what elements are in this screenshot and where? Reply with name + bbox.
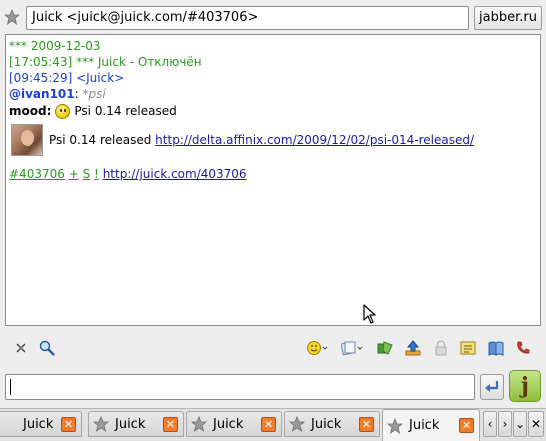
lock-icon[interactable] (432, 340, 450, 356)
recommend-link[interactable]: ! (94, 167, 99, 181)
send-file-icon[interactable] (404, 340, 422, 356)
file-transfer-icon[interactable] (376, 340, 394, 356)
tab-close-icon[interactable]: ✕ (261, 416, 276, 432)
tab-label: Juick (409, 418, 440, 433)
send-button[interactable] (480, 374, 504, 400)
find-icon[interactable] (38, 340, 56, 356)
date-line: *** 2009-12-03 (9, 39, 101, 53)
tab-juick-1[interactable]: Juick ✕ (0, 411, 82, 437)
message-input[interactable] (5, 374, 475, 400)
juick-logo: j (509, 370, 541, 402)
tab-scroll-left-button[interactable]: ‹ (483, 411, 497, 437)
tab-close-button[interactable]: ✕ (528, 411, 544, 437)
tab-close-icon[interactable]: ✕ (61, 416, 76, 432)
tab-juick-2[interactable]: Juick ✕ (88, 411, 184, 437)
s-link[interactable]: S (83, 167, 91, 181)
status-star-icon (4, 9, 20, 25)
post-url-link[interactable]: http://juick.com/403706 (103, 167, 247, 181)
mood-label: mood: (9, 104, 52, 118)
tab-juick-3[interactable]: Juick ✕ (186, 411, 282, 437)
mention-user[interactable]: @ivan101 (9, 87, 75, 101)
chat-header: Juick <juick@juick.com/#403706> jabber.r… (0, 0, 546, 34)
post-line: Psi 0.14 released http://delta.affinix.c… (9, 122, 537, 158)
emoticons-icon[interactable] (307, 340, 329, 356)
text-caret (10, 379, 11, 395)
tab-label: Juick (115, 416, 146, 432)
subscribe-link[interactable]: + (69, 167, 79, 181)
tab-bar: Juick ✕ Juick ✕ Juick ✕ Juick ✕ Juick ✕ … (0, 408, 546, 441)
star-icon (387, 417, 403, 434)
chat-toolbar (0, 334, 546, 362)
contact-jid-field[interactable]: Juick <juick@juick.com/#403706> (26, 6, 469, 30)
tab-list-menu-button[interactable]: ⌄ (513, 411, 527, 437)
post-id-link[interactable]: #403706 (9, 167, 65, 181)
smiley-icon (55, 103, 71, 119)
mood-text: Psi 0.14 released (74, 104, 177, 118)
juick-logo-letter: j (521, 373, 529, 399)
mood-line: mood: Psi 0.14 released (9, 102, 537, 120)
chat-log[interactable]: *** 2009-12-03 [17:05:43] *** Juick - От… (5, 34, 541, 326)
tab-scroll-right-button[interactable]: › (498, 411, 512, 437)
history-icon[interactable] (487, 340, 505, 356)
status-line: [17:05:43] *** Juick - Отключён (9, 55, 202, 69)
mention-separator: : (74, 87, 79, 101)
avatar (11, 124, 43, 156)
message-header: [09:45:29] <Juick> (9, 71, 125, 85)
mouse-cursor-icon (363, 304, 376, 324)
star-icon (93, 416, 109, 432)
post-link[interactable]: http://delta.affinix.com/2009/12/02/psi-… (155, 132, 474, 148)
tab-juick-4[interactable]: Juick ✕ (284, 411, 380, 437)
tab-close-icon[interactable]: ✕ (163, 416, 178, 432)
post-text: Psi 0.14 released (49, 133, 152, 147)
mention-tag[interactable]: *psi (83, 87, 106, 101)
tab-label: Juick (213, 416, 244, 432)
post-actions: #403706 + S ! http://juick.com/403706 (9, 166, 537, 182)
voice-call-icon[interactable] (514, 340, 532, 356)
mention-line: @ivan101: *psi (9, 86, 537, 102)
tab-close-icon[interactable]: ✕ (459, 418, 474, 433)
send-arrow-icon (485, 381, 499, 392)
tab-label: Juick (311, 416, 342, 432)
tab-label: Juick (23, 416, 54, 432)
server-button[interactable]: jabber.ru (474, 6, 542, 30)
star-icon (191, 416, 207, 432)
tab-close-icon[interactable]: ✕ (359, 416, 374, 432)
actions-menu-icon[interactable] (341, 340, 365, 356)
star-icon (289, 416, 305, 432)
info-card-icon[interactable] (459, 340, 477, 356)
tab-juick-active[interactable]: Juick ✕ (382, 409, 480, 441)
clear-log-icon[interactable] (12, 340, 30, 356)
